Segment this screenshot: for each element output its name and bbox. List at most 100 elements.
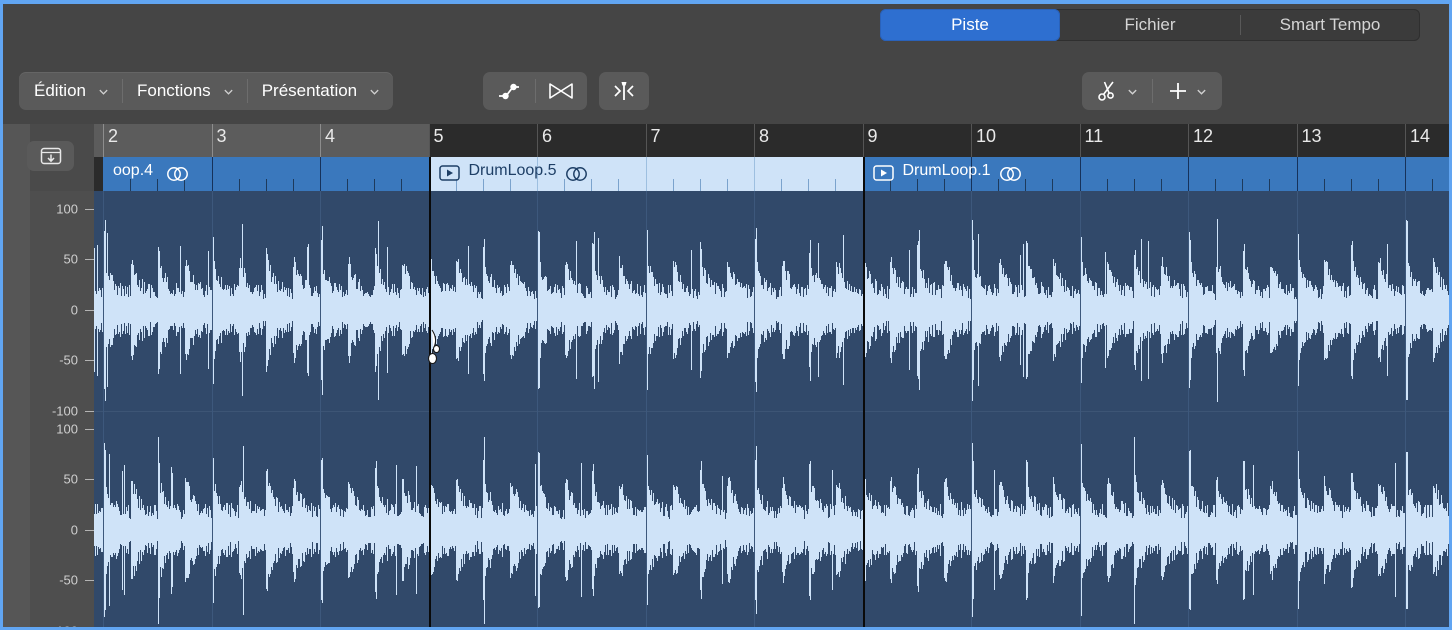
menu-presentation[interactable]: Présentation: [247, 72, 393, 110]
axis-tick-mark: [85, 580, 94, 581]
waveform-bar-gridline: [103, 191, 104, 627]
ruler-bar-number: 5: [429, 126, 444, 147]
menu-fonctions-label: Fonctions: [137, 81, 211, 101]
region-beat-tick: [401, 179, 402, 191]
loop-circles-icon: [564, 166, 590, 182]
waveform-channel-2: [94, 411, 1449, 627]
ruler-bar-number: 6: [537, 126, 552, 147]
region-beat-tick: [483, 179, 484, 191]
tab-piste[interactable]: Piste: [880, 9, 1060, 41]
region-name-label: DrumLoop.5: [469, 162, 557, 180]
region-beat-tick: [781, 179, 782, 191]
chevron-down-icon: [1196, 86, 1207, 97]
region-name-label: DrumLoop.1: [903, 162, 991, 180]
ruler-bar-number: 10: [971, 126, 996, 147]
ruler-bar-number: 14: [1405, 126, 1430, 147]
axis-tick-label: 100: [56, 201, 78, 216]
axis-tick-mark: [85, 209, 94, 210]
axis-tick-label: 50: [64, 252, 78, 267]
region-beat-tick: [374, 179, 375, 191]
play-box-icon: [439, 165, 460, 181]
scissors-tool-button[interactable]: [1082, 72, 1152, 110]
region-beat-tick: [239, 179, 240, 191]
region-beat-tick: [1432, 179, 1433, 191]
axis-tick-mark: [85, 259, 94, 260]
axis-tick-label: -100: [52, 404, 78, 419]
waveform-editor: 100500-50-100100500-50-100 2345678910111…: [3, 124, 1449, 627]
region-bar-separator: [754, 157, 755, 191]
waveform-bar-gridline: [212, 191, 213, 627]
ruler-bar-number: 3: [212, 126, 227, 147]
loop-circles-icon: [165, 166, 191, 182]
region-beat-tick: [1052, 179, 1053, 191]
region-beat-tick: [1242, 179, 1243, 191]
snap-to-transient-icon: [611, 80, 637, 102]
scissors-cursor: [423, 327, 449, 372]
menu-fonctions[interactable]: Fonctions: [122, 72, 247, 110]
chevron-down-icon: [223, 86, 234, 97]
automation-node-button[interactable]: [483, 72, 535, 110]
tab-smart-tempo[interactable]: Smart Tempo: [1240, 9, 1420, 41]
chevron-down-icon: [1127, 86, 1138, 97]
region-beat-tick: [1025, 179, 1026, 191]
waveform-sample: [1448, 295, 1449, 325]
region-beat-tick: [1161, 179, 1162, 191]
catch-playhead-button[interactable]: [27, 141, 74, 171]
ruler-bar-number: 12: [1188, 126, 1213, 147]
axis-tick-label: 100: [56, 421, 78, 436]
loop-circles-icon: [998, 166, 1024, 182]
region-beat-tick: [510, 179, 511, 191]
axis-tick-label: 0: [71, 302, 78, 317]
region-beat-tick: [157, 179, 158, 191]
region-name-label: oop.4: [113, 162, 153, 180]
view-mode-segmented-control[interactable]: Piste Fichier Smart Tempo: [880, 9, 1420, 41]
flex-bowtie-button[interactable]: [535, 72, 587, 110]
automation-node-icon: [496, 81, 522, 101]
ruler-bar-number: 7: [646, 126, 661, 147]
menu-edition[interactable]: Édition: [19, 72, 122, 110]
waveform-bar-gridline: [320, 191, 321, 627]
waveform-bar-gridline: [1297, 191, 1298, 627]
region-header-1[interactable]: oop.4: [103, 157, 429, 191]
tab-fichier[interactable]: Fichier: [1060, 9, 1240, 41]
region-strip: oop.4 DrumLoop.5 DrumLoop.1: [94, 157, 1449, 191]
region-bar-separator: [646, 157, 647, 191]
region-beat-tick: [1215, 179, 1216, 191]
axis-tick-mark: [85, 411, 94, 412]
region-header-2[interactable]: DrumLoop.5: [429, 157, 863, 191]
waveform-channel-1: [94, 191, 1449, 411]
menu-presentation-label: Présentation: [262, 81, 357, 101]
scissors-icon: [1096, 79, 1120, 103]
menu-edition-label: Édition: [34, 81, 86, 101]
region-beat-tick: [1378, 179, 1379, 191]
region-bar-separator: [1297, 157, 1298, 191]
region-beat-tick: [266, 179, 267, 191]
catch-playhead-icon: [39, 146, 63, 166]
waveform-display[interactable]: [94, 191, 1449, 627]
crosshair-tool-button[interactable]: [1152, 72, 1222, 110]
ruler-bar-number: 2: [103, 126, 118, 147]
menu-group: Édition Fonctions Présentation: [19, 72, 393, 110]
region-beat-tick: [1351, 179, 1352, 191]
region-beat-tick: [1134, 179, 1135, 191]
region-bar-separator: [1080, 157, 1081, 191]
chevron-down-icon: [369, 86, 380, 97]
axis-tick-mark: [85, 310, 94, 311]
ruler-bar-number: 11: [1080, 126, 1104, 147]
region-bar-separator: [320, 157, 321, 191]
amplitude-axis: 100500-50-100100500-50-100: [30, 191, 94, 627]
top-tab-bar: Piste Fichier Smart Tempo: [3, 4, 1449, 62]
region-beat-tick: [700, 179, 701, 191]
waveform-bar-gridline: [1188, 191, 1189, 627]
region-beat-tick: [835, 179, 836, 191]
bar-ruler[interactable]: 234567891011121314: [94, 124, 1449, 157]
region-header-3[interactable]: DrumLoop.1: [863, 157, 1450, 191]
flex-bowtie-icon: [547, 81, 575, 101]
waveform-bar-gridline: [971, 191, 972, 627]
tool-icon-group: [483, 72, 587, 110]
region-beat-tick: [130, 179, 131, 191]
region-beat-tick: [1107, 179, 1108, 191]
snap-to-transient-button[interactable]: [599, 72, 649, 110]
region-beat-tick: [591, 179, 592, 191]
region-beat-tick: [944, 179, 945, 191]
